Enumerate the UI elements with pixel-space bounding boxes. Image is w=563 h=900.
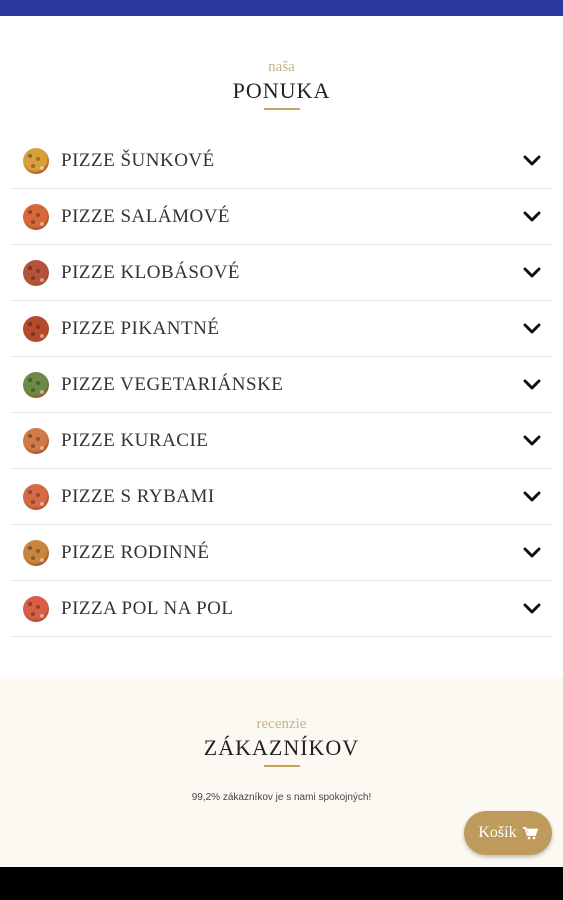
menu-category-label: PIZZE RODINNÉ <box>61 542 210 563</box>
menu-category-row[interactable]: PIZZE SALÁMOVÉ <box>11 189 552 245</box>
cart-icon <box>522 826 538 839</box>
menu-category-label: PIZZE VEGETARIÁNSKE <box>61 374 284 395</box>
chevron-down-icon[interactable] <box>523 433 541 449</box>
pizza-icon <box>23 148 49 174</box>
pizza-icon <box>23 540 49 566</box>
pizza-icon <box>23 484 49 510</box>
chevron-down-icon[interactable] <box>523 321 541 337</box>
menu-section-header: naša PONUKA <box>0 58 563 110</box>
title-underline <box>263 108 300 110</box>
menu-category-row[interactable]: PIZZE RODINNÉ <box>11 525 552 581</box>
menu-category-row[interactable]: PIZZA POL NA POL <box>11 581 552 637</box>
chevron-down-icon[interactable] <box>523 153 541 169</box>
chevron-down-icon[interactable] <box>523 489 541 505</box>
menu-kicker: naša <box>268 59 295 75</box>
menu-category-row[interactable]: PIZZE ŠUNKOVÉ <box>11 133 552 189</box>
menu-category-label: PIZZE KURACIE <box>61 430 209 451</box>
reviews-title: ZÁKAZNÍKOV <box>203 735 360 760</box>
pizza-icon <box>23 372 49 398</box>
menu-category-row[interactable]: PIZZE VEGETARIÁNSKE <box>11 357 552 413</box>
menu-category-label: PIZZE SALÁMOVÉ <box>61 206 231 227</box>
menu-category-row[interactable]: PIZZE S RYBAMI <box>11 469 552 525</box>
menu-category-label: PIZZE S RYBAMI <box>61 486 215 507</box>
system-nav-bar <box>0 867 563 900</box>
menu-category-row[interactable]: PIZZE PIKANTNÉ <box>11 301 552 357</box>
menu-category-label: PIZZE ŠUNKOVÉ <box>61 150 215 171</box>
chevron-down-icon[interactable] <box>523 265 541 281</box>
chevron-down-icon[interactable] <box>523 601 541 617</box>
pizza-icon <box>23 428 49 454</box>
pizza-icon <box>23 260 49 286</box>
pizza-icon <box>23 316 49 342</box>
pizza-icon <box>23 596 49 622</box>
reviews-kicker: recenzie <box>256 716 307 732</box>
chevron-down-icon[interactable] <box>523 209 541 225</box>
menu-category-label: PIZZA POL NA POL <box>61 598 234 619</box>
reviews-summary: 99,2% zákazníkov je s nami spokojných! <box>191 792 372 803</box>
cart-button[interactable]: Košík <box>464 811 552 855</box>
chevron-down-icon[interactable] <box>523 545 541 561</box>
reviews-header: recenzie ZÁKAZNÍKOV <box>0 715 563 767</box>
menu-category-label: PIZZE KLOBÁSOVÉ <box>61 262 241 283</box>
menu-category-row[interactable]: PIZZE KURACIE <box>11 413 552 469</box>
pizza-icon <box>23 204 49 230</box>
title-underline <box>263 765 300 767</box>
top-status-bar <box>0 0 563 16</box>
menu-category-label: PIZZE PIKANTNÉ <box>61 318 220 339</box>
menu-category-row[interactable]: PIZZE KLOBÁSOVÉ <box>11 245 552 301</box>
menu-title: PONUKA <box>232 78 331 103</box>
menu-list: PIZZE ŠUNKOVÉ PIZZE SALÁMOVÉ PIZZE KLOBÁSO… <box>11 133 552 637</box>
cart-label: Košík <box>478 824 517 841</box>
chevron-down-icon[interactable] <box>523 377 541 393</box>
